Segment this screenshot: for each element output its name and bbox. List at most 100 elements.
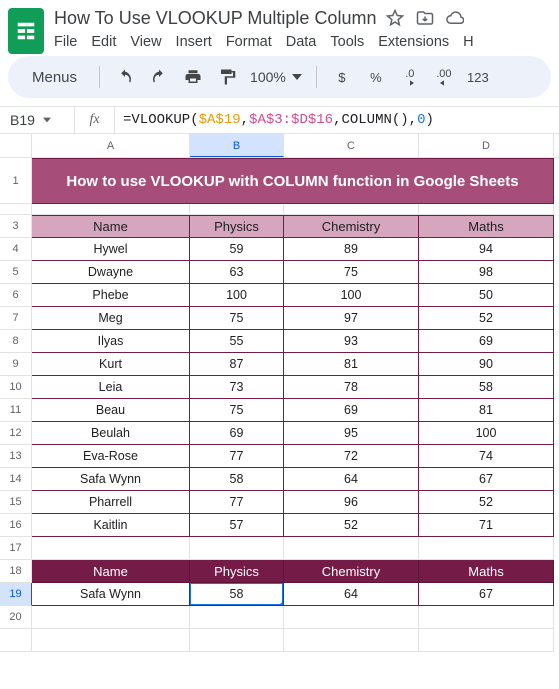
format-currency-button[interactable]: $ [327, 62, 357, 92]
banner-title[interactable]: How to use VLOOKUP with COLUMN function … [32, 158, 554, 204]
row-header[interactable]: 8 [0, 330, 32, 353]
row-header[interactable]: 5 [0, 261, 32, 284]
fill-handle[interactable] [280, 602, 284, 606]
table-cell[interactable]: Hywel [32, 238, 190, 261]
redo-button[interactable] [144, 62, 174, 92]
more-formats-button[interactable]: 123 [463, 62, 493, 92]
format-percent-button[interactable]: % [361, 62, 391, 92]
name-box[interactable]: B19 [0, 107, 75, 133]
table-cell[interactable]: Ilyas [32, 330, 190, 353]
table-cell[interactable]: 50 [419, 284, 554, 307]
table-cell[interactable]: Kaitlin [32, 514, 190, 537]
menu-help[interactable]: H [463, 34, 473, 50]
table-cell[interactable]: 100 [190, 284, 284, 307]
row-header[interactable]: 3 [0, 215, 32, 238]
table-cell[interactable]: Phebe [32, 284, 190, 307]
document-title[interactable]: How To Use VLOOKUP Multiple Column [54, 8, 376, 29]
table-cell[interactable]: 52 [419, 307, 554, 330]
lookup-cell[interactable]: Safa Wynn [32, 583, 190, 606]
row-header[interactable]: 15 [0, 491, 32, 514]
table-cell[interactable]: 52 [419, 491, 554, 514]
search-menus[interactable]: Menus [16, 62, 89, 92]
table-cell[interactable]: 74 [419, 445, 554, 468]
row-header[interactable]: 10 [0, 376, 32, 399]
star-icon[interactable] [386, 9, 404, 27]
table-cell[interactable]: 77 [190, 445, 284, 468]
lookup-header[interactable]: Maths [419, 560, 554, 583]
row-header[interactable]: 7 [0, 307, 32, 330]
table-cell[interactable]: Safa Wynn [32, 468, 190, 491]
row-header[interactable]: 16 [0, 514, 32, 537]
table-cell[interactable]: 69 [419, 330, 554, 353]
zoom-select[interactable]: 100% [246, 69, 306, 85]
table-cell[interactable]: 69 [284, 399, 419, 422]
table-cell[interactable]: 81 [419, 399, 554, 422]
table-cell[interactable]: 90 [419, 353, 554, 376]
table-cell[interactable]: 58 [190, 468, 284, 491]
move-icon[interactable] [416, 9, 434, 27]
table-cell[interactable]: 63 [190, 261, 284, 284]
row-header-collapsed[interactable] [0, 204, 32, 215]
table-cell[interactable]: Leia [32, 376, 190, 399]
menu-extensions[interactable]: Extensions [378, 34, 449, 50]
row-header[interactable]: 12 [0, 422, 32, 445]
menu-view[interactable]: View [130, 34, 161, 50]
row-header[interactable]: 20 [0, 606, 32, 629]
table-cell[interactable]: 67 [419, 468, 554, 491]
table-cell[interactable]: Pharrell [32, 491, 190, 514]
spreadsheet-grid[interactable]: 1 3 4 5 6 7 8 9 10 11 12 13 14 15 16 17 … [0, 134, 559, 652]
menu-file[interactable]: File [54, 34, 77, 50]
table-cell[interactable]: 77 [190, 491, 284, 514]
fx-icon[interactable]: fx [75, 107, 115, 133]
table-cell[interactable]: 87 [190, 353, 284, 376]
select-all-corner[interactable] [0, 134, 32, 158]
table-cell[interactable]: 71 [419, 514, 554, 537]
table-cell[interactable]: 52 [284, 514, 419, 537]
table-cell[interactable]: 59 [190, 238, 284, 261]
lookup-cell[interactable]: 67 [419, 583, 554, 606]
table-cell[interactable]: 73 [190, 376, 284, 399]
menu-insert[interactable]: Insert [176, 34, 212, 50]
table-cell[interactable]: 75 [190, 307, 284, 330]
table-cell[interactable]: Eva-Rose [32, 445, 190, 468]
row-header[interactable]: 11 [0, 399, 32, 422]
menu-edit[interactable]: Edit [91, 34, 116, 50]
active-cell[interactable]: 58 [190, 583, 284, 606]
table-cell[interactable]: Beau [32, 399, 190, 422]
table-cell[interactable]: Meg [32, 307, 190, 330]
table-cell[interactable]: 72 [284, 445, 419, 468]
lookup-cell[interactable]: 64 [284, 583, 419, 606]
table-cell[interactable]: 96 [284, 491, 419, 514]
print-button[interactable] [178, 62, 208, 92]
sheets-app-icon[interactable] [8, 8, 44, 54]
table-cell[interactable]: 100 [284, 284, 419, 307]
cloud-status-icon[interactable] [446, 9, 464, 27]
lookup-header[interactable]: Name [32, 560, 190, 583]
row-header[interactable]: 6 [0, 284, 32, 307]
increase-decimal-button[interactable]: .00 [429, 62, 459, 92]
table-header[interactable]: Maths [419, 215, 554, 238]
undo-button[interactable] [110, 62, 140, 92]
table-cell[interactable]: Beulah [32, 422, 190, 445]
lookup-header[interactable]: Chemistry [284, 560, 419, 583]
col-header[interactable]: A [32, 134, 190, 157]
table-cell[interactable]: 57 [190, 514, 284, 537]
table-cell[interactable]: 55 [190, 330, 284, 353]
decrease-decimal-button[interactable]: .0 [395, 62, 425, 92]
table-cell[interactable]: 95 [284, 422, 419, 445]
row-header[interactable]: 1 [0, 158, 32, 204]
paint-format-button[interactable] [212, 62, 242, 92]
table-cell[interactable]: 100 [419, 422, 554, 445]
table-cell[interactable]: Kurt [32, 353, 190, 376]
row-header[interactable]: 14 [0, 468, 32, 491]
table-header[interactable]: Chemistry [284, 215, 419, 238]
table-cell[interactable]: 89 [284, 238, 419, 261]
row-header-active[interactable]: 19 [0, 583, 32, 606]
col-header-active[interactable]: B [190, 134, 284, 157]
row-header[interactable]: 13 [0, 445, 32, 468]
table-cell[interactable]: 98 [419, 261, 554, 284]
table-cell[interactable]: 75 [190, 399, 284, 422]
lookup-header[interactable]: Physics [190, 560, 284, 583]
row-header[interactable] [0, 629, 32, 652]
row-header[interactable]: 18 [0, 560, 32, 583]
